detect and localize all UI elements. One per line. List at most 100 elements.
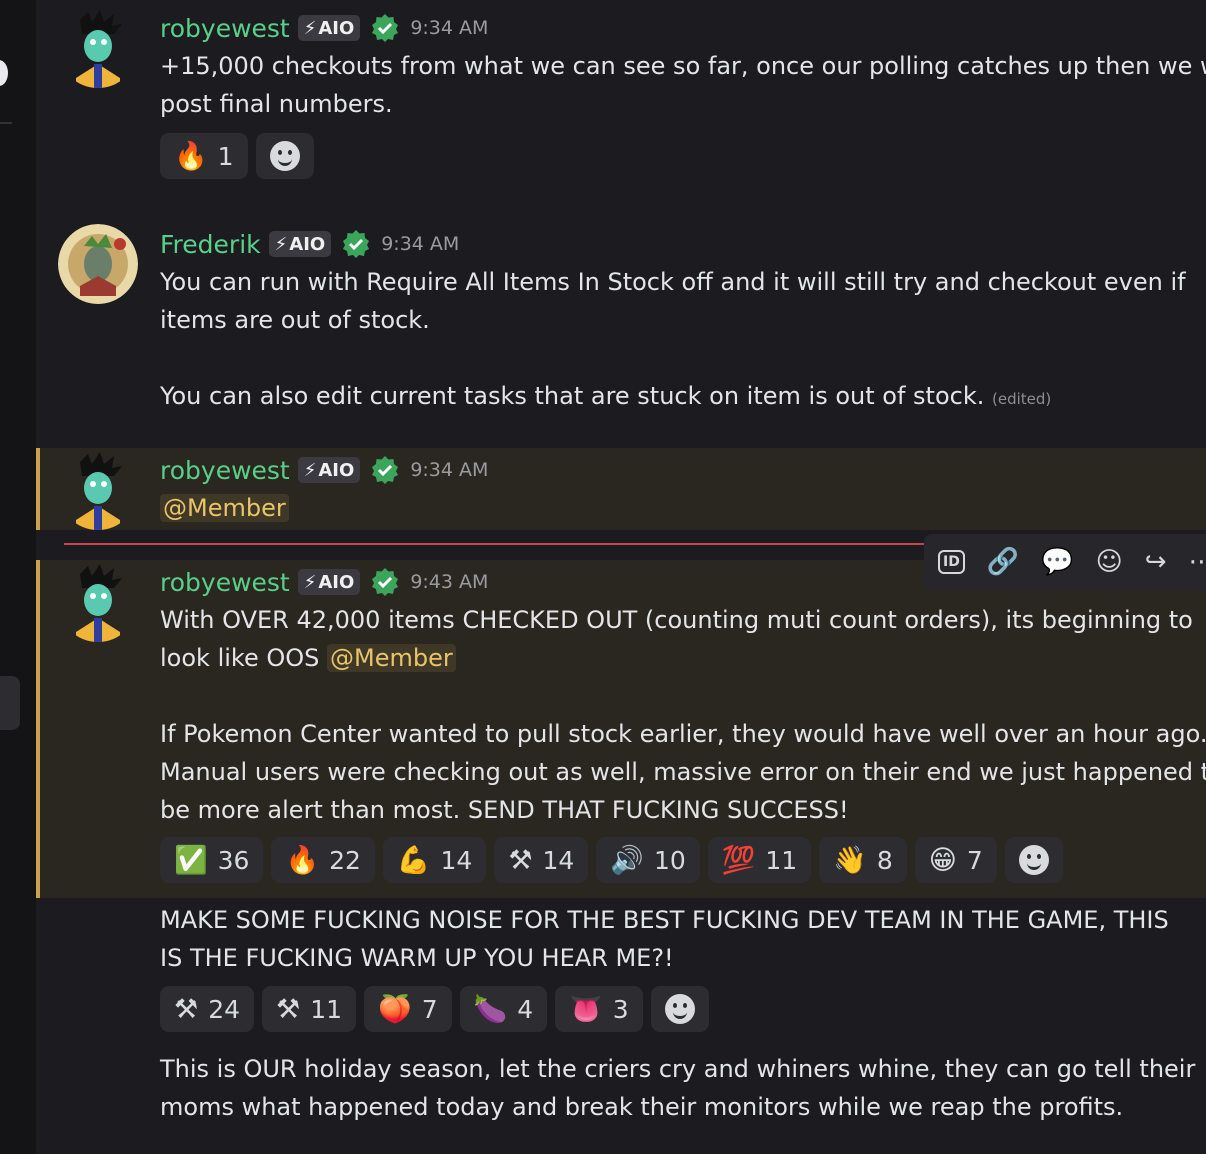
message-continuation: MAKE SOME FUCKING NOISE FOR THE BEST FUC…	[36, 898, 1206, 1154]
grinning-face-icon: 😁	[928, 844, 957, 876]
reaction-count: 22	[329, 845, 361, 875]
message-line: post final numbers.	[160, 90, 393, 118]
message-header: robyewest ⚡ AIO 9:43 AM	[160, 564, 488, 600]
add-reaction-button[interactable]	[650, 986, 709, 1032]
server-tag[interactable]: ⚡ AIO	[297, 457, 361, 483]
reaction[interactable]: 🔥 1	[160, 133, 248, 179]
add-reaction-button[interactable]	[1004, 837, 1063, 883]
reaction-count: 7	[966, 845, 983, 875]
link-icon[interactable]: 🔗	[987, 549, 1019, 575]
reaction[interactable]: ⚒ 14	[494, 837, 589, 883]
message-line: look like OOS @Member	[160, 639, 1206, 677]
message-mentioned: robyewest ⚡ AIO 9:34 AM @Member	[36, 448, 1206, 530]
reaction-bar: ⚒ 24 ⚒ 11 🍑 7 🍆 4 👅 3	[160, 986, 709, 1032]
member-mention[interactable]: @Member	[327, 644, 456, 672]
server-tag[interactable]: ⚡ AIO	[297, 569, 361, 595]
avatar[interactable]	[58, 450, 138, 530]
add-reaction-icon	[269, 141, 300, 171]
reaction[interactable]: ✅ 36	[160, 837, 264, 883]
thread-icon[interactable]: 💬	[1041, 549, 1073, 575]
message-line: IS THE FUCKING WARM UP YOU HEAR ME?!	[160, 944, 674, 972]
member-mention[interactable]: @Member	[160, 494, 289, 522]
fire-icon: 🔥	[174, 140, 208, 172]
avatar-image-icon	[58, 8, 138, 88]
scroll-handle[interactable]	[0, 676, 20, 730]
reaction[interactable]: 👅 3	[555, 986, 643, 1032]
bolt-icon: ⚡	[303, 17, 317, 39]
message-body: You can run with Require All Items In St…	[160, 263, 1186, 418]
reaction-count: 4	[517, 994, 534, 1024]
reaction[interactable]: 💪 14	[382, 837, 487, 883]
reaction[interactable]: ⚒ 11	[262, 986, 357, 1032]
more-icon[interactable]: ⋯	[1189, 549, 1206, 575]
tongue-icon: 👅	[569, 993, 603, 1025]
reaction-bar: ✅ 36 🔥 22 💪 14 ⚒ 14 🔊 10 💯 11 👋 8 😁 7	[160, 837, 1063, 883]
message-line: moms what happened today and break their…	[160, 1093, 1124, 1121]
username[interactable]: Frederik	[160, 230, 261, 259]
message-line: With OVER 42,000 items CHECKED OUT (coun…	[160, 606, 1193, 634]
avatar-image-icon	[58, 224, 138, 304]
message-header: Frederik ⚡ AIO 9:34 AM	[160, 226, 459, 262]
avatar[interactable]	[58, 8, 138, 88]
hundred-points-icon: 💯	[721, 844, 756, 876]
speaker-icon: 🔊	[610, 844, 644, 876]
peach-icon: 🍑	[378, 993, 412, 1025]
add-reaction-icon[interactable]: ☺	[1096, 549, 1123, 575]
check-mark-icon: ✅	[174, 844, 208, 876]
avatar[interactable]	[58, 224, 138, 304]
server-tag[interactable]: ⚡ AIO	[297, 15, 361, 41]
message-line: You can also edit current tasks that are…	[160, 377, 1186, 418]
id-icon[interactable]: ID	[938, 550, 965, 574]
mention-highlight-bar	[36, 448, 40, 530]
server-tag-label: AIO	[318, 17, 355, 39]
hammer-pick-icon: ⚒	[508, 844, 533, 876]
reaction[interactable]: 💯 11	[707, 837, 812, 883]
message-body: +15,000 checkouts from what we can see s…	[160, 47, 1206, 123]
fire-icon: 🔥	[285, 844, 320, 876]
reaction-count: 10	[653, 845, 686, 875]
reaction[interactable]: 🔊 10	[596, 837, 700, 883]
message-line: items are out of stock.	[160, 306, 430, 334]
verified-badge-icon	[372, 14, 399, 42]
server-tag-label: AIO	[318, 571, 355, 593]
reaction[interactable]: 🔥 22	[271, 837, 375, 883]
timestamp[interactable]: 9:43 AM	[410, 571, 488, 593]
reaction[interactable]: 👋 8	[819, 837, 907, 883]
message-body: @Member	[160, 489, 289, 527]
username[interactable]: robyewest	[160, 568, 290, 597]
message-hover-toolbar: ID 🔗 💬 ☺ ↪ ⋯	[924, 534, 1206, 590]
timestamp[interactable]: 9:34 AM	[381, 233, 459, 255]
avatar-image-icon	[58, 562, 138, 642]
server-icon[interactable]	[0, 60, 8, 86]
waving-hand-icon: 👋	[833, 844, 867, 876]
verified-badge-icon	[343, 230, 370, 258]
server-tag[interactable]: ⚡ AIO	[268, 231, 332, 257]
reaction-bar: 🔥 1	[160, 133, 314, 179]
reaction-count: 36	[217, 845, 250, 875]
reaction[interactable]: ⚒ 24	[160, 986, 255, 1032]
message-line-text: You can also edit current tasks that are…	[160, 382, 985, 410]
message-mentioned: robyewest ⚡ AIO 9:43 AM With OVER 42,000 …	[36, 560, 1206, 898]
message: Frederik ⚡ AIO 9:34 AM You can run with R…	[36, 216, 1206, 446]
reaction[interactable]: 🍑 7	[364, 986, 452, 1032]
bolt-icon: ⚡	[303, 459, 317, 481]
avatar[interactable]	[58, 562, 138, 642]
username[interactable]: robyewest	[160, 14, 290, 43]
timestamp[interactable]: 9:34 AM	[410, 459, 488, 481]
forward-icon[interactable]: ↪	[1145, 549, 1167, 575]
reaction[interactable]: 😁 7	[914, 837, 997, 883]
eggplant-icon: 🍆	[473, 993, 508, 1025]
reaction-count: 8	[876, 845, 893, 875]
hammer-pick-icon: ⚒	[276, 993, 301, 1025]
avatar-image-icon	[58, 450, 138, 530]
message-line-text: look like OOS	[160, 644, 320, 672]
reaction[interactable]: 🍆 4	[459, 986, 548, 1032]
timestamp[interactable]: 9:34 AM	[410, 17, 488, 39]
hammer-pick-icon: ⚒	[174, 993, 199, 1025]
add-reaction-button[interactable]	[255, 133, 314, 179]
message-line: Manual users were checking out as well, …	[160, 758, 1206, 786]
message-header: robyewest ⚡ AIO 9:34 AM	[160, 452, 488, 488]
message-line: +15,000 checkouts from what we can see s…	[160, 52, 1206, 80]
username[interactable]: robyewest	[160, 456, 290, 485]
